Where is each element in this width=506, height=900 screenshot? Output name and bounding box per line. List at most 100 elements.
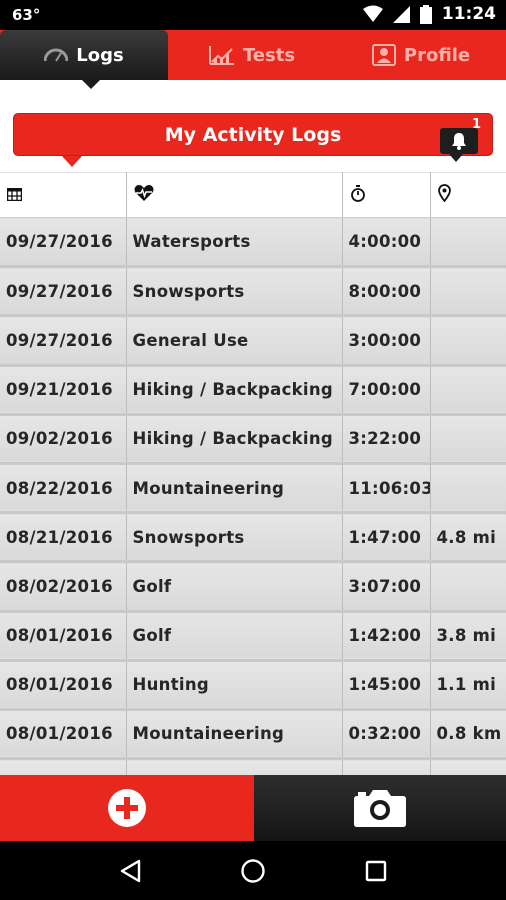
date-cell: 08/01/2016 [0,660,127,711]
add-log-button[interactable] [0,775,254,841]
chart-icon [208,46,234,65]
date-cell: 09/21/2016 [0,365,127,416]
table-row[interactable]: 08/02/2016 Golf 3:07:00 [0,561,506,613]
table-row[interactable]: 09/27/2016 General Use 3:00:00 [0,315,506,367]
date-cell: 08/01/2016 [0,611,127,662]
date-cell: 08/01/2016 [0,709,127,761]
table-row[interactable]: 08/01/2016 Hunting 1:45:00 1.1 mi [0,660,506,711]
duration-cell: 11:06:03 [342,463,431,515]
date-cell: 08/21/2016 [0,512,127,564]
recents-icon[interactable] [365,860,387,882]
location-pin-icon [437,184,451,203]
duration-column-header[interactable] [342,172,431,218]
date-cell [0,758,127,775]
date-cell: 09/27/2016 [0,315,127,367]
stopwatch-icon [350,184,365,202]
activity-log-table[interactable]: 09/27/2016 Watersports 4:00:00 09/27/2016 S… [0,172,506,775]
duration-cell: 3:00:00 [342,315,431,367]
table-header-row [0,172,506,218]
tab-logs-label: Logs [76,44,124,66]
page-title-banner: My Activity Logs [13,113,493,156]
date-cell: 09/27/2016 [0,217,127,269]
distance-cell [430,217,506,269]
activity-cell: Hiking / Backpacking [126,365,343,416]
clock: 11:24 [441,4,496,24]
table-row[interactable]: 09/27/2016 Watersports 4:00:00 [0,217,506,269]
table-row[interactable]: 09/21/2016 Hiking / Backpacking 7:00:00 [0,365,506,416]
date-column-header[interactable] [0,172,127,218]
activity-cell: General Use [126,315,343,367]
tab-tests[interactable]: Tests [168,30,336,80]
duration-cell: 3:07:00 [342,561,431,613]
battery-icon [419,4,432,24]
wifi-icon [362,5,383,22]
cell-signal-icon [392,5,410,23]
table-row[interactable]: 08/01/2016 Golf 1:42:00 3.8 mi [0,611,506,662]
date-cell: 09/02/2016 [0,414,127,465]
distance-column-header[interactable] [430,172,506,218]
activity-cell: Mountaineering [126,709,343,761]
home-icon[interactable] [240,858,266,884]
activity-cell: Hiking / Backpacking [126,414,343,465]
banner-pointer [62,156,82,167]
duration-cell: 7:00:00 [342,365,431,416]
status-bar: 63° 11:24 [0,0,506,30]
duration-cell [342,758,431,775]
calendar-table-icon [6,187,23,201]
notification-count: 1 [472,117,482,132]
camera-icon [354,790,406,827]
duration-cell: 1:42:00 [342,611,431,662]
back-icon[interactable] [119,859,141,883]
table-row[interactable]: 08/22/2016 Mountaineering 11:06:03 [0,463,506,515]
bottom-action-bar [0,775,506,841]
tab-logs[interactable]: Logs [0,30,168,89]
table-row[interactable]: 08/01/2016 Mountaineering 0:32:00 0.8 km [0,709,506,761]
duration-cell: 4:00:00 [342,217,431,269]
table-row[interactable]: 09/02/2016 Hiking / Backpacking 3:22:00 [0,414,506,465]
table-row[interactable] [0,758,506,775]
active-tab-pointer [82,80,100,89]
activity-column-header[interactable] [126,172,343,218]
duration-cell: 1:47:00 [342,512,431,564]
activity-cell: Hunting [126,660,343,711]
activity-cell [126,758,343,775]
date-cell: 09/27/2016 [0,266,127,318]
distance-cell [430,463,506,515]
tab-profile[interactable]: Profile [336,30,506,80]
distance-cell [430,414,506,465]
activity-cell: Golf [126,611,343,662]
table-row[interactable]: 09/27/2016 Snowsports 8:00:00 [0,266,506,318]
activity-cell: Mountaineering [126,463,343,515]
date-cell: 08/22/2016 [0,463,127,515]
distance-cell [430,561,506,613]
system-nav-bar [0,841,506,900]
distance-cell: 0.8 km [430,709,506,761]
duration-cell: 0:32:00 [342,709,431,761]
gauge-icon [44,48,69,62]
duration-cell: 8:00:00 [342,266,431,318]
distance-cell [430,266,506,318]
distance-cell: 3.8 mi [430,611,506,662]
top-tab-bar: Logs Tests Profile [0,30,506,89]
weather-temperature: 63° [12,6,41,24]
activity-cell: Snowsports [126,266,343,318]
bell-icon [452,133,466,150]
date-cell: 08/02/2016 [0,561,127,613]
distance-cell [430,315,506,367]
add-circle-icon [108,789,146,827]
camera-button[interactable] [254,775,506,841]
distance-cell: 1.1 mi [430,660,506,711]
page-title: My Activity Logs [164,123,342,146]
activity-cell: Golf [126,561,343,613]
table-row[interactable]: 08/21/2016 Snowsports 1:47:00 4.8 mi [0,512,506,564]
distance-cell: 4.8 mi [430,512,506,564]
duration-cell: 3:22:00 [342,414,431,465]
notification-pointer [449,154,463,162]
distance-cell [430,365,506,416]
activity-cell: Watersports [126,217,343,269]
profile-card-icon [371,44,396,66]
tab-profile-label: Profile [403,44,471,66]
distance-cell [430,758,506,775]
heart-rate-icon [134,185,153,201]
duration-cell: 1:45:00 [342,660,431,711]
